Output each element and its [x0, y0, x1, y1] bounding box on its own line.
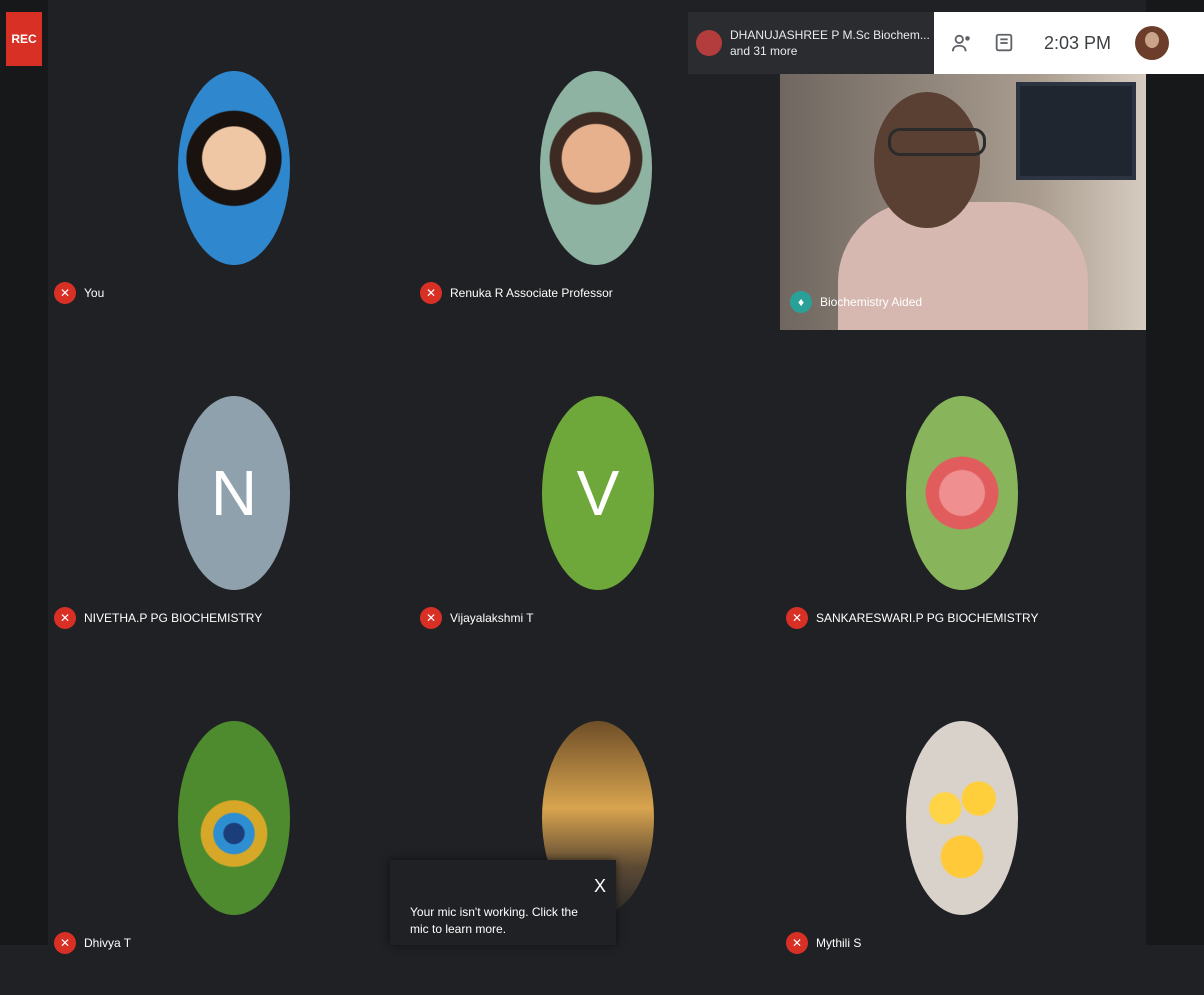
participant-name: ✕ Mythili S — [786, 931, 861, 955]
mic-off-icon: ✕ — [54, 607, 76, 629]
participant-tile[interactable]: V ✕ Vijayalakshmi T — [420, 370, 770, 670]
mic-on-icon: ♦ — [790, 291, 812, 313]
participant-name: ✕ SANKARESWARI.P PG BIOCHEMISTRY — [786, 606, 1039, 630]
participant-avatar — [906, 721, 1018, 915]
presence-line-1: DHANUJASHREE P M.Sc Biochem... — [730, 28, 930, 42]
mic-off-icon: ✕ — [786, 932, 808, 954]
participant-avatar: V — [542, 396, 654, 590]
participant-tile[interactable]: ✕ You — [54, 45, 404, 345]
self-avatar[interactable] — [1135, 26, 1170, 60]
meeting-topbar: 2:03 PM — [934, 12, 1204, 74]
mic-warning-text: Your mic isn't working. Click the mic to… — [410, 905, 578, 936]
participant-avatar — [178, 71, 290, 265]
mic-off-icon: ✕ — [54, 932, 76, 954]
participant-tile[interactable]: ✕ Renuka R Associate Professor — [420, 45, 770, 345]
mic-off-icon: ✕ — [54, 282, 76, 304]
mic-off-icon: ✕ — [786, 607, 808, 629]
close-icon[interactable]: X — [594, 877, 606, 895]
participant-tile[interactable]: ✕ SANKARESWARI.P PG BIOCHEMISTRY — [786, 370, 1136, 670]
participant-name: ✕ NIVETHA.P PG BIOCHEMISTRY — [54, 606, 262, 630]
participant-avatar — [906, 396, 1018, 590]
video-window — [1016, 82, 1136, 180]
mic-off-icon: ✕ — [420, 607, 442, 629]
right-edge — [1146, 0, 1204, 945]
participant-name: ✕ Renuka R Associate Professor — [420, 281, 613, 305]
recording-indicator: REC — [6, 12, 42, 66]
participant-avatar — [540, 71, 652, 265]
participant-tile[interactable]: ✕ Dhivya T — [54, 695, 404, 995]
people-icon[interactable] — [948, 29, 976, 57]
participant-tile[interactable]: ✕ Mythili S — [786, 695, 1136, 995]
participant-tile[interactable] — [420, 695, 770, 995]
participant-avatar — [178, 721, 290, 915]
chat-icon[interactable] — [990, 29, 1018, 57]
mic-warning-toast[interactable]: X Your mic isn't working. Click the mic … — [390, 860, 616, 945]
left-edge — [0, 0, 48, 945]
participant-avatar: N — [178, 396, 290, 590]
video-person-head — [874, 92, 980, 228]
clock-time: 2:03 PM — [1044, 32, 1112, 53]
participant-tile[interactable]: N ✕ NIVETHA.P PG BIOCHEMISTRY — [54, 370, 404, 670]
participant-name: ✕ Dhivya T — [54, 931, 131, 955]
participant-name: ✕ You — [54, 281, 104, 305]
participant-name: ✕ Vijayalakshmi T — [420, 606, 534, 630]
video-person-glasses — [888, 128, 986, 156]
participant-name: ♦ Biochemistry Aided — [790, 290, 922, 314]
mic-off-icon: ✕ — [420, 282, 442, 304]
participant-video-tile[interactable]: ♦ Biochemistry Aided — [780, 74, 1146, 330]
